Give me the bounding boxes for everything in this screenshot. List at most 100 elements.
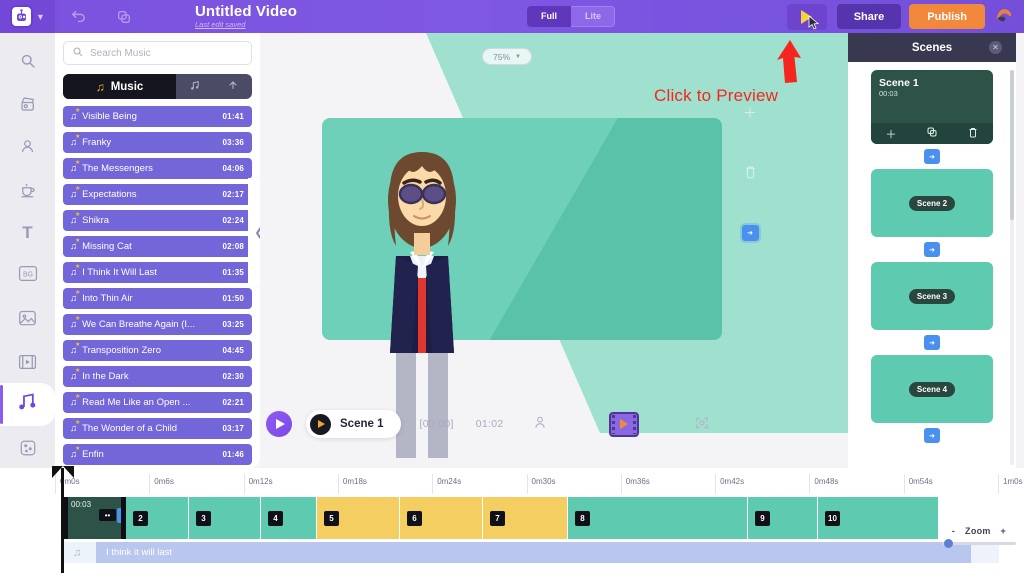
sidebar-item-text[interactable]: T xyxy=(0,211,55,254)
timeline-clip[interactable]: 2 xyxy=(126,497,189,539)
scenes-list[interactable]: Scene 1 00:03 ＋ ➜ Scene 2 ➜ Scene 3 ➜ Sc… xyxy=(848,62,1016,471)
playback-controls: Scene 1 [00:00] 01:02 xyxy=(260,400,848,448)
audio-track-row[interactable]: ♫ I think it will last xyxy=(64,542,999,563)
list-item[interactable]: ♫In the Dark 02:30 xyxy=(63,366,252,387)
timeline-clips[interactable]: 00:03••➜123 45678910 xyxy=(63,497,939,539)
transition-arrow-icon[interactable]: ➜ xyxy=(924,428,940,443)
svg-text:BG: BG xyxy=(23,271,33,278)
canvas-tools: ＋ ➜ xyxy=(730,83,770,263)
timeline-ruler[interactable]: 0m0s 0m6s 0m12s 0m18s 0m24s 0m30s 0m36s 0m42s 0m… xyxy=(55,474,1023,494)
sidebar-item-prop-clapper[interactable] xyxy=(0,82,55,125)
sidebar-item-effects[interactable] xyxy=(0,426,55,469)
project-title-block[interactable]: Untitled Video Last edit saved xyxy=(195,4,297,30)
list-item[interactable]: ♫We Can Breathe Again (I... 03:25 xyxy=(63,314,252,335)
zoom-in-button[interactable]: + xyxy=(1001,526,1007,536)
app-logo-button[interactable]: ▼ xyxy=(0,0,55,33)
canvas-delete-button[interactable] xyxy=(730,143,770,203)
share-button[interactable]: Share xyxy=(836,4,902,29)
timeline-clip[interactable]: 3 xyxy=(189,497,261,539)
timeline-clip[interactable]: 00:03••➜1 xyxy=(63,497,132,539)
timeline-clip[interactable]: 4 xyxy=(261,497,317,539)
scene-card-2[interactable]: Scene 2 xyxy=(871,169,993,237)
drag-dots-icon[interactable]: •• xyxy=(99,509,116,521)
audio-clip[interactable]: I think it will last xyxy=(96,542,971,563)
sidebar-item-music[interactable] xyxy=(0,383,55,426)
playhead-handle[interactable] xyxy=(52,466,74,478)
timeline-clip[interactable]: 7 xyxy=(483,497,568,539)
mode-full[interactable]: Full xyxy=(527,6,571,27)
red-arrow-up-icon xyxy=(770,38,810,91)
list-item[interactable]: ♫Shikra 02:24 xyxy=(63,210,252,231)
track-name: Into Thin Air xyxy=(82,293,133,304)
transition-arrow-icon[interactable]: ➜ xyxy=(924,242,940,257)
scenes-scrollbar[interactable] xyxy=(1010,70,1014,465)
zoom-slider[interactable] xyxy=(942,538,1016,548)
list-item[interactable]: ♫I Think It Will Last 01:35 xyxy=(63,262,252,283)
list-item[interactable]: ♫Into Thin Air 01:50 xyxy=(63,288,252,309)
list-item[interactable]: ♫The Messengers 04:06 xyxy=(63,158,252,179)
transition-arrow-icon[interactable]: ➜ xyxy=(924,335,940,350)
sidebar-item-character[interactable] xyxy=(0,125,55,168)
mode-lite[interactable]: Lite xyxy=(571,6,615,27)
scene-card-3[interactable]: Scene 3 xyxy=(871,262,993,330)
sidebar-item-search[interactable] xyxy=(0,39,55,82)
timeline-clip[interactable]: 6 xyxy=(400,497,483,539)
list-item[interactable]: ♫Expectations 02:17 xyxy=(63,184,252,205)
canvas-transition-button[interactable]: ➜ xyxy=(730,203,770,263)
timeline-clip[interactable]: 5 xyxy=(317,497,400,539)
list-item[interactable]: ♫Enfin 01:46 xyxy=(63,444,252,465)
tab-sound-effects[interactable] xyxy=(176,74,214,99)
track-name: Expectations xyxy=(82,189,137,200)
search-input[interactable]: Search Music xyxy=(63,41,252,65)
mode-switch[interactable]: Full Lite xyxy=(527,6,615,27)
list-item[interactable]: ♫Franky 03:36 xyxy=(63,132,252,153)
preview-button[interactable] xyxy=(786,3,827,30)
scene-name: Scene 2 xyxy=(908,195,956,211)
trash-icon[interactable] xyxy=(967,126,979,142)
scene-play-button[interactable] xyxy=(310,413,331,435)
track-duration: 03:36 xyxy=(222,138,244,147)
play-button[interactable] xyxy=(266,411,292,437)
close-icon[interactable]: ✕ xyxy=(989,41,1002,54)
timeline-clip[interactable]: 10 xyxy=(818,497,939,539)
list-item[interactable]: ♫Read Me Like an Open ... 02:21 xyxy=(63,392,252,413)
copy-button[interactable] xyxy=(101,0,147,33)
scrollbar-thumb[interactable] xyxy=(1010,70,1014,220)
scenes-header: Scenes ✕ xyxy=(848,33,1016,62)
ruler-tick: 0m54s xyxy=(903,474,933,494)
timeline-clip[interactable]: 9 xyxy=(748,497,818,539)
scene-card-selected[interactable]: Scene 1 00:03 ＋ xyxy=(871,70,993,144)
clip-number: 3 xyxy=(196,510,211,526)
avatar[interactable] xyxy=(994,5,1014,28)
track-duration: 04:45 xyxy=(222,346,244,355)
sidebar-item-background[interactable]: BG xyxy=(0,254,55,297)
list-item[interactable]: ♫The Wonder of a Child 03:17 xyxy=(63,418,252,439)
character-button[interactable] xyxy=(533,415,547,433)
canvas-zoom-select[interactable]: 75% ▼ xyxy=(482,48,532,65)
track-duration: 01:50 xyxy=(222,294,244,303)
tab-upload[interactable] xyxy=(214,74,252,99)
list-item[interactable]: ♫Transposition Zero 04:45 xyxy=(63,340,252,361)
list-item[interactable]: ♫Visible Being 01:41 xyxy=(63,106,252,127)
sidebar-item-image[interactable] xyxy=(0,297,55,340)
sidebar-item-video[interactable] xyxy=(0,340,55,383)
film-strip-button[interactable] xyxy=(609,411,640,437)
music-track-list[interactable]: ♫Visible Being01:41 ♫Franky03:36 ♫The Mess… xyxy=(63,106,252,486)
duplicate-icon[interactable] xyxy=(926,126,938,141)
track-name: Enfin xyxy=(82,449,104,460)
timeline-clip[interactable]: 8 xyxy=(568,497,748,539)
zoom-out-button[interactable]: - xyxy=(952,526,955,536)
sidebar-item-object[interactable] xyxy=(0,168,55,211)
list-item[interactable]: ♫Missing Cat 02:08 xyxy=(63,236,252,257)
transition-arrow-icon[interactable]: ➜ xyxy=(924,149,940,164)
zoom-slider-knob[interactable] xyxy=(944,538,953,548)
tab-music[interactable]: ♫ Music xyxy=(63,74,176,99)
focus-frame-button[interactable] xyxy=(694,415,710,434)
scene-card-4[interactable]: Scene 4 xyxy=(871,355,993,423)
undo-button[interactable] xyxy=(55,0,101,33)
add-icon[interactable]: ＋ xyxy=(886,126,897,142)
track-name: Visible Being xyxy=(82,111,137,122)
current-scene-chip[interactable]: Scene 1 xyxy=(306,410,402,438)
publish-button[interactable]: Publish xyxy=(909,4,985,29)
play-icon xyxy=(276,419,285,429)
